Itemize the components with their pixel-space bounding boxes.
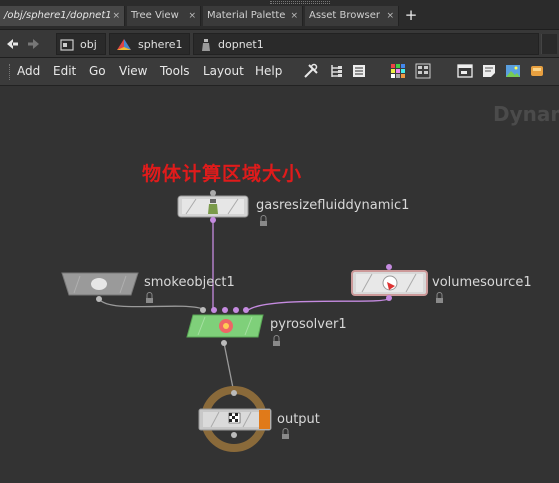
wrench-icon[interactable] — [303, 63, 319, 79]
tab-material-palette[interactable]: Material Palette × — [203, 6, 303, 26]
menu-grip — [9, 64, 11, 80]
tab-label: Material Palette — [207, 10, 286, 21]
pane-grip[interactable] — [270, 1, 330, 4]
background-image-icon[interactable] — [505, 63, 521, 79]
node-label-smokeobject: smokeobject1 — [144, 275, 235, 290]
node-gasresizefluiddynamic1[interactable] — [177, 190, 249, 223]
lock-icon — [436, 292, 443, 303]
display-flag — [259, 410, 270, 429]
tab-label: Asset Browser — [309, 10, 381, 21]
node-label-gasresize: gasresizefluiddynamic1 — [256, 198, 410, 213]
geometry-icon — [116, 37, 131, 51]
breadcrumb-sphere1[interactable]: sphere1 — [109, 33, 190, 55]
network-editor[interactable]: Dynam 物体计算区域大小 — [0, 86, 559, 483]
breadcrumb-dopnet1[interactable]: dopnet1 — [193, 33, 539, 55]
menu-edit[interactable]: Edit — [53, 64, 76, 78]
add-tab-button[interactable]: + — [403, 6, 419, 26]
node-label-output: output — [277, 412, 320, 427]
wire-volumesource-pyrosolver — [245, 297, 390, 313]
tab-tree-view[interactable]: Tree View × — [127, 6, 201, 26]
path-scroll-handle[interactable] — [541, 34, 557, 54]
tab-label: Tree View — [131, 10, 179, 21]
node-volumesource1[interactable] — [351, 264, 428, 301]
node-label-pyrosolver: pyrosolver1 — [270, 317, 347, 332]
sticky-note-icon[interactable] — [481, 63, 497, 79]
menu-go[interactable]: Go — [89, 64, 106, 78]
lock-icon — [282, 428, 289, 439]
close-icon[interactable]: × — [290, 6, 298, 26]
back-arrow-icon[interactable] — [4, 36, 20, 52]
menu-layout[interactable]: Layout — [203, 64, 244, 78]
tab-asset-browser[interactable]: Asset Browser × — [305, 6, 399, 26]
tab-bar: /obj/sphere1/dopnet1 × Tree View × Mater… — [0, 0, 559, 30]
close-icon[interactable]: × — [188, 6, 196, 26]
breadcrumb-obj-label: obj — [80, 38, 97, 51]
quick-marks-icon[interactable] — [529, 63, 545, 79]
list-view-icon[interactable] — [351, 63, 367, 79]
lock-icon — [146, 292, 153, 303]
node-label-volumesource: volumesource1 — [432, 275, 532, 290]
menu-view[interactable]: View — [119, 64, 147, 78]
node-pyrosolver1[interactable] — [186, 307, 264, 346]
breadcrumb-sphere1-label: sphere1 — [138, 38, 183, 51]
tab-label: /obj/sphere1/dopnet1 — [4, 10, 112, 21]
tree-layout-icon[interactable] — [328, 63, 344, 79]
dop-network-icon — [200, 37, 214, 51]
close-icon[interactable]: × — [112, 6, 120, 26]
lock-icon — [260, 215, 267, 226]
path-bar: obj sphere1 dopnet1 — [0, 30, 559, 58]
forward-arrow-icon[interactable] — [26, 36, 42, 52]
tab-dopnet1[interactable]: /obj/sphere1/dopnet1 × — [0, 6, 125, 26]
network-box-icon[interactable] — [457, 63, 473, 79]
gasresize-node-icon — [208, 204, 218, 214]
menu-tools[interactable]: Tools — [160, 64, 190, 78]
smoke-cloud-icon — [91, 278, 107, 290]
shape-palette-icon[interactable] — [415, 63, 431, 79]
close-icon[interactable]: × — [386, 6, 394, 26]
node-smokeobject1[interactable] — [61, 272, 139, 302]
obj-icon — [60, 37, 74, 51]
menu-help[interactable]: Help — [255, 64, 282, 78]
lock-icon — [273, 335, 280, 346]
node-output[interactable] — [198, 386, 272, 452]
menu-add[interactable]: Add — [17, 64, 40, 78]
breadcrumb-dopnet1-label: dopnet1 — [218, 38, 264, 51]
breadcrumb-obj[interactable]: obj — [56, 33, 106, 55]
menu-bar: Add Edit Go View Tools Layout Help — [0, 58, 559, 86]
wire-pyrosolver-output — [223, 342, 235, 394]
color-palette-icon[interactable] — [390, 63, 406, 79]
